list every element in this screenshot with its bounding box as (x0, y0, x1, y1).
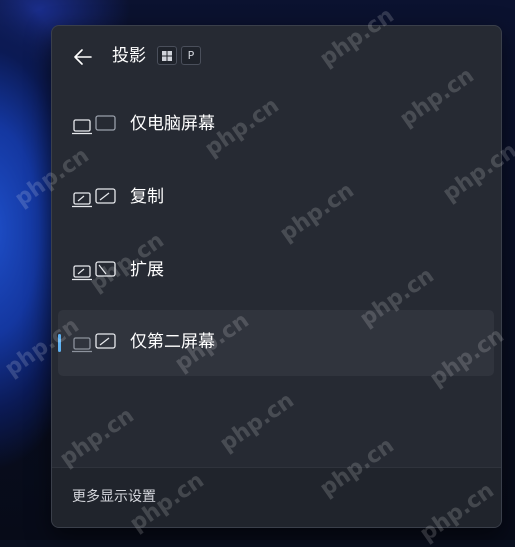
panel-footer: 更多显示设置 (52, 467, 501, 527)
duplicate-icon (72, 188, 116, 208)
pc-screen-only-icon (72, 115, 116, 135)
arrow-left-icon (74, 49, 92, 65)
back-button[interactable] (68, 42, 98, 72)
p-key-badge: P (181, 46, 201, 65)
option-label: 扩展 (130, 260, 164, 280)
option-label: 复制 (130, 187, 164, 207)
windows-key-badge (157, 46, 177, 65)
option-extend[interactable]: 扩展 (58, 238, 494, 304)
more-display-settings-link[interactable]: 更多显示设置 (72, 487, 156, 507)
selected-indicator (58, 334, 61, 352)
panel-header: 投影 P (52, 26, 501, 86)
option-pc-screen-only[interactable]: 仅电脑屏幕 (58, 92, 494, 158)
option-label: 仅第二屏幕 (130, 332, 215, 352)
project-panel: 投影 P 仅电脑屏幕 复制 扩展 仅第二屏幕 更多显示设置 (51, 25, 502, 528)
windows-logo-icon (162, 50, 172, 61)
extend-icon (72, 261, 116, 281)
option-second-screen-only[interactable]: 仅第二屏幕 (58, 310, 494, 376)
option-label: 仅电脑屏幕 (130, 114, 215, 134)
second-screen-only-icon (72, 333, 116, 353)
page-title: 投影 (112, 46, 146, 66)
option-duplicate[interactable]: 复制 (58, 165, 494, 231)
